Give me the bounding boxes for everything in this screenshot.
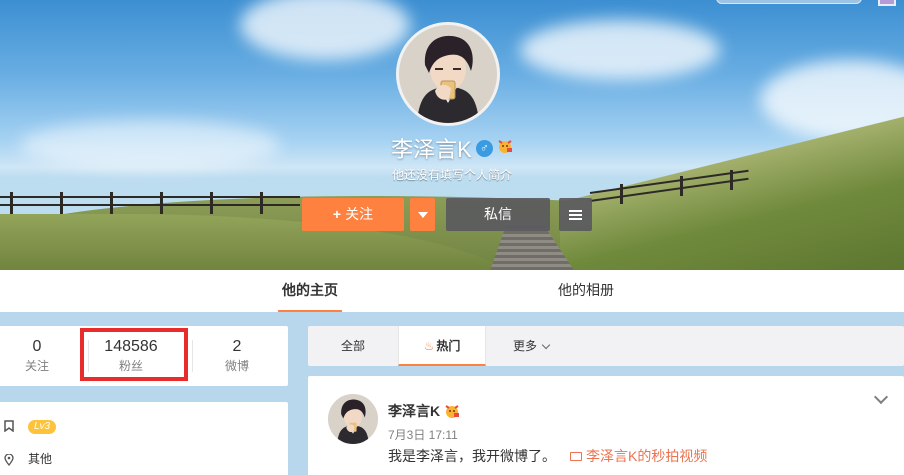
vip-emoji-icon	[444, 404, 460, 421]
post-timestamp[interactable]: 7月3日 17:11	[388, 426, 458, 443]
bookmark-icon	[4, 420, 14, 433]
fence-rail	[0, 204, 300, 206]
fence-post	[60, 192, 63, 214]
location-row: 其他	[4, 450, 52, 467]
filter-more-label: 更多	[512, 339, 537, 353]
caret-down-icon	[417, 212, 428, 219]
profile-name: 李泽言K	[391, 137, 472, 162]
level-badge[interactable]: Lv3	[28, 420, 57, 434]
fans-highlight-box	[80, 328, 188, 381]
avatar-portrait	[328, 394, 378, 444]
video-icon	[570, 452, 582, 461]
chevron-down-icon	[541, 340, 551, 350]
profile-bio: 他还没有填写个人简介	[391, 168, 512, 182]
profile-tab-nav: 他的主页 他的相册	[0, 270, 904, 312]
filter-hot[interactable]: ♨ 热门	[398, 326, 486, 366]
avatar-portrait	[399, 25, 497, 123]
post-author-name[interactable]: 李泽言K	[388, 401, 460, 421]
follow-options-button[interactable]	[410, 198, 435, 231]
cloud	[520, 20, 720, 80]
top-search-input[interactable]	[716, 0, 862, 4]
profile-info-card: Lv3 其他	[0, 402, 288, 475]
fence-post	[260, 192, 263, 214]
plus-icon: +	[332, 206, 342, 222]
menu-icon	[569, 208, 582, 222]
filter-all[interactable]: 全部	[308, 326, 398, 366]
feed-filter-bar: 全部 ♨ 热门 更多	[308, 326, 904, 366]
fence-post	[160, 192, 163, 214]
post-author-name-text: 李泽言K	[388, 403, 441, 419]
tab-home[interactable]: 他的主页	[278, 270, 342, 312]
tab-album[interactable]: 他的相册	[554, 270, 618, 312]
more-menu-button[interactable]	[559, 198, 592, 231]
fence-post	[110, 192, 113, 214]
filter-hot-label: 热门	[436, 339, 461, 353]
post-video-link-text: 李泽言K的秒拍视频	[586, 448, 708, 464]
stat-following-value: 0	[32, 338, 42, 355]
profile-name-row: 李泽言K ♂	[0, 132, 904, 164]
follow-button[interactable]: + 关注	[302, 198, 404, 231]
stat-following-label: 关注	[24, 359, 49, 373]
profile-avatar[interactable]	[396, 22, 500, 126]
feed-post: 李泽言K 7月3日 17:11 我是李泽言，我开微博了。 李泽言K的秒拍视频	[308, 376, 904, 475]
message-button[interactable]: 私信	[446, 198, 550, 231]
post-options-chevron-icon[interactable]	[873, 389, 889, 405]
stat-posts-value: 2	[232, 338, 242, 355]
stat-following[interactable]: 0 关注	[0, 336, 82, 374]
top-user-avatar[interactable]	[878, 0, 896, 6]
location-icon	[4, 453, 14, 466]
filter-more[interactable]: 更多	[486, 326, 576, 366]
cloud	[240, 0, 410, 60]
fence-rail	[0, 196, 300, 198]
flame-icon: ♨	[423, 339, 435, 353]
fence-post	[620, 184, 623, 204]
stat-posts[interactable]: 2 微博	[192, 336, 282, 374]
location-text: 其他	[28, 452, 53, 466]
gender-male-icon: ♂	[475, 139, 493, 157]
level-row: Lv3	[4, 418, 57, 434]
profile-cover: 李泽言K ♂ 他还没有填写个人简介 + 关注 私信	[0, 0, 904, 270]
vip-emoji-icon	[497, 139, 513, 158]
post-author-avatar[interactable]	[328, 394, 378, 444]
post-video-link[interactable]: 李泽言K的秒拍视频	[570, 446, 707, 466]
fence-post	[10, 192, 13, 214]
stat-posts-label: 微博	[224, 359, 249, 373]
post-text: 我是李泽言，我开微博了。	[388, 448, 556, 464]
fence-post	[210, 192, 213, 214]
follow-button-label: 关注	[345, 206, 374, 222]
